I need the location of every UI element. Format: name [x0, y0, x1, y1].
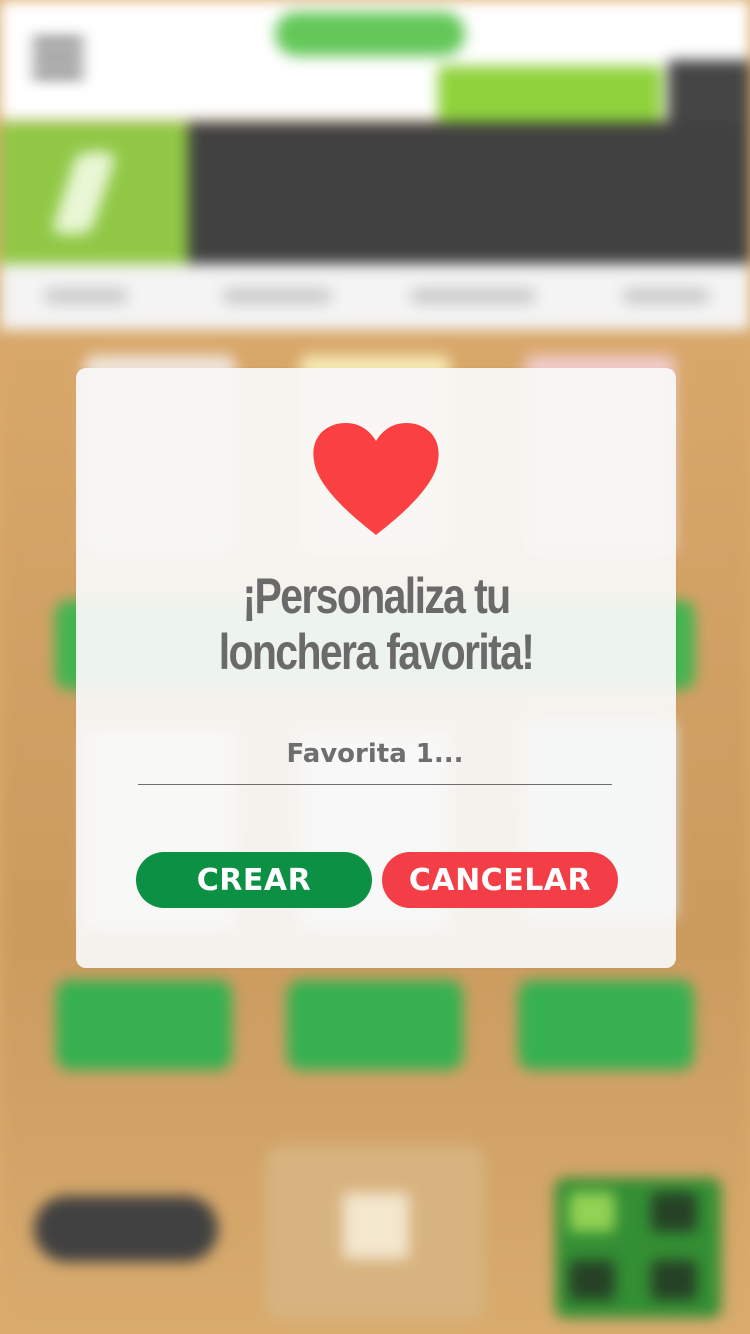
cancel-button[interactable]: CANCELAR — [382, 852, 618, 908]
dialog-title-line1: ¡Personaliza tu — [242, 568, 511, 624]
create-favorite-dialog: ¡Personaliza tu lonchera favorita! CREAR… — [76, 368, 676, 968]
heart-icon — [313, 423, 439, 535]
favorite-name-input[interactable] — [138, 724, 612, 785]
dialog-title: ¡Personaliza tu lonchera favorita! — [130, 568, 622, 680]
dialog-title-line2: lonchera favorita! — [218, 624, 535, 680]
create-button[interactable]: CREAR — [136, 852, 372, 908]
